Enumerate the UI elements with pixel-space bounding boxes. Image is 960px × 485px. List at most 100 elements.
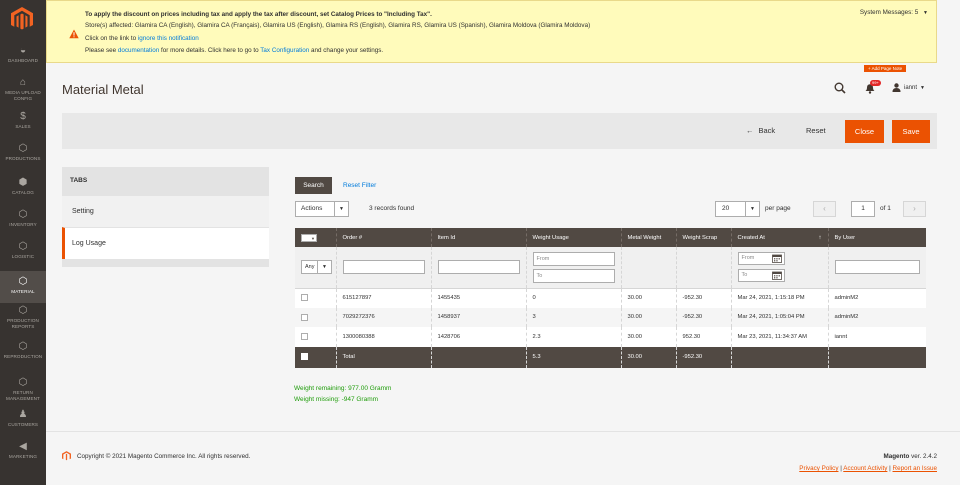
notice-ignore-prefix: Click on the link to — [85, 35, 137, 42]
log-usage-grid: ▼ Order # Item Id Weight Usage Metal Wei… — [295, 228, 926, 368]
cell-by-user: adminM2 — [828, 307, 926, 327]
mass-select-checkbox[interactable]: ▼ — [301, 233, 317, 242]
row-checkbox[interactable] — [301, 333, 308, 341]
page-number-input[interactable]: 1 — [851, 201, 875, 217]
tab-log-usage[interactable]: Log Usage — [62, 227, 269, 259]
sidebar-item-label: CATALOG — [12, 190, 34, 195]
sidebar-item-sales[interactable]: $ SALES — [0, 111, 46, 135]
filter-by-user-input[interactable] — [834, 260, 920, 275]
magento-logo-icon[interactable] — [11, 7, 33, 31]
total-label: Total — [336, 346, 432, 368]
sidebar-item-inventory[interactable]: ⬡ INVENTORY — [0, 209, 46, 233]
close-button[interactable]: Close — [845, 120, 884, 143]
tab-setting[interactable]: Setting — [62, 195, 269, 227]
save-button[interactable]: Save — [892, 120, 930, 143]
cell-item-id: 1455435 — [431, 288, 527, 308]
page-footer: Copyright © 2021 Magento Commerce Inc. A… — [46, 431, 960, 485]
sidebar-item-customers[interactable]: ♟ CUSTOMERS — [0, 409, 46, 433]
column-header-weight-usage[interactable]: Weight Usage — [526, 228, 622, 247]
sidebar-item-marketing[interactable]: ◀ MARKETING — [0, 441, 46, 465]
notice-title: To apply the discount on prices includin… — [85, 11, 432, 18]
filter-date-to-input[interactable]: To — [737, 269, 785, 283]
column-header-order[interactable]: Order # — [336, 228, 432, 247]
caret-down-icon: ▼ — [920, 84, 925, 91]
privacy-policy-link[interactable]: Privacy Policy — [799, 465, 838, 472]
table-row[interactable]: 1300080388 1428706 2.3 30.00 952.30 Mar … — [295, 327, 926, 347]
sidebar-item-productions[interactable]: ⬡ PRODUCTIONS — [0, 143, 46, 167]
mass-actions-select[interactable]: Actions ▼ — [295, 201, 349, 217]
cell-metal-weight: 30.00 — [621, 327, 677, 347]
sidebar-item-label: MARKETING — [8, 454, 38, 459]
user-menu[interactable]: iannt ▼ — [892, 83, 925, 92]
report-issue-link[interactable]: Report an Issue — [893, 465, 937, 472]
column-header-created-at[interactable]: Created At ↑ — [731, 228, 829, 247]
sidebar-item-logistic[interactable]: ⬡ LOGISTIC — [0, 241, 46, 265]
sidebar-item-label: PRODUCTIONS — [5, 156, 41, 161]
filter-cell-weight-scrap — [676, 247, 732, 289]
column-header-by-user[interactable]: By User — [828, 228, 926, 247]
sidebar-item-label: DASHBOARD — [8, 58, 38, 63]
column-header-item-id[interactable]: Item Id — [431, 228, 527, 247]
filter-order-input[interactable] — [342, 260, 425, 275]
sidebar-item-dashboard[interactable]: ◒ DASHBOARD — [0, 45, 46, 67]
row-checkbox[interactable] — [301, 294, 308, 302]
calendar-icon[interactable] — [771, 271, 782, 281]
tax-configuration-link[interactable]: Tax Configuration — [260, 47, 309, 54]
copyright-text: Copyright © 2021 Magento Commerce Inc. A… — [77, 453, 251, 460]
cell-by-user: adminM2 — [828, 288, 926, 308]
documentation-link[interactable]: documentation — [118, 47, 159, 54]
row-checkbox[interactable] — [301, 313, 308, 321]
cell-weight-scrap: 952.30 — [676, 327, 732, 347]
filter-item-id-input[interactable] — [437, 260, 520, 275]
next-page-button[interactable]: › — [903, 201, 926, 217]
account-activity-link[interactable]: Account Activity — [843, 465, 887, 472]
sidebar-item-label: PRODUCTION REPORTS — [7, 318, 39, 329]
mass-actions-label: Actions — [301, 205, 323, 212]
reset-button[interactable]: Reset — [806, 126, 826, 135]
sidebar-item-production-reports[interactable]: ⬡ PRODUCTION REPORTS — [0, 305, 46, 335]
cell-order: 1300080388 — [336, 327, 432, 347]
total-item-id — [431, 346, 527, 368]
per-page-select[interactable]: 20 ▼ — [715, 201, 760, 217]
filter-cell-weight-usage: From To — [526, 247, 622, 289]
table-row[interactable]: 7029272376 1458937 3 30.00 -952.30 Mar 2… — [295, 307, 926, 327]
reset-filter-link[interactable]: Reset Filter — [343, 182, 376, 189]
version-info: Magento ver. 2.4.2 — [883, 453, 937, 460]
add-page-note-button[interactable]: + Add Page Note — [864, 65, 907, 72]
ignore-notification-link[interactable]: ignore this notification — [138, 35, 199, 42]
filter-cell-metal-weight — [621, 247, 677, 289]
warning-icon — [69, 29, 79, 39]
totals-row: Total 5.3 30.00 -952.30 — [295, 346, 926, 368]
search-button[interactable]: Search — [295, 177, 332, 194]
hexagon-icon: ⬡ — [18, 276, 28, 287]
version-brand: Magento — [883, 453, 910, 460]
filter-weight-from-input[interactable]: From — [532, 251, 615, 266]
notice-see-mid: for more details. Click here to go to — [160, 47, 259, 54]
back-button[interactable]: ← Back — [746, 126, 775, 135]
chevron-left-icon: ‹ — [823, 204, 826, 213]
system-messages-toggle[interactable]: System Messages: 5 ▼ — [860, 9, 928, 16]
user-icon — [892, 83, 901, 92]
row-checkbox-cell — [295, 307, 337, 327]
sidebar-item-return-management[interactable]: ⬡ RETURN MANAGEMENT — [0, 377, 46, 407]
media-upload-icon: ⌂ — [19, 77, 27, 88]
sidebar-item-material[interactable]: ⬡ MATERIAL — [0, 271, 46, 303]
calendar-icon[interactable] — [771, 254, 782, 264]
previous-page-button[interactable]: ‹ — [813, 201, 836, 217]
notice-see-prefix: Please see — [85, 47, 117, 54]
search-icon[interactable] — [834, 82, 846, 94]
filter-weight-to-input[interactable]: To — [532, 268, 615, 283]
column-header-metal-weight[interactable]: Metal Weight — [621, 228, 677, 247]
column-header-weight-scrap[interactable]: Weight Scrap — [676, 228, 732, 247]
filter-any-select[interactable]: Any ▼ — [301, 260, 332, 275]
sort-arrow-icon: ↑ — [818, 234, 822, 241]
mass-select-header[interactable]: ▼ — [295, 228, 337, 247]
sidebar-item-catalog[interactable]: ⬢ CATALOG — [0, 177, 46, 201]
filter-date-from-input[interactable]: From — [737, 252, 785, 266]
arrow-left-icon: ← — [746, 126, 754, 135]
sidebar-item-media-upload-config[interactable]: ⌂ MEDIA UPLOAD CONFIG — [0, 77, 46, 107]
system-messages-label: System Messages: 5 — [859, 9, 919, 16]
table-row[interactable]: 615127897 1455435 0 30.00 -952.30 Mar 24… — [295, 288, 926, 308]
sidebar-item-reproduction[interactable]: ⬡ REPRODUCTION — [0, 341, 46, 371]
hexagon-icon: ⬡ — [18, 209, 28, 220]
